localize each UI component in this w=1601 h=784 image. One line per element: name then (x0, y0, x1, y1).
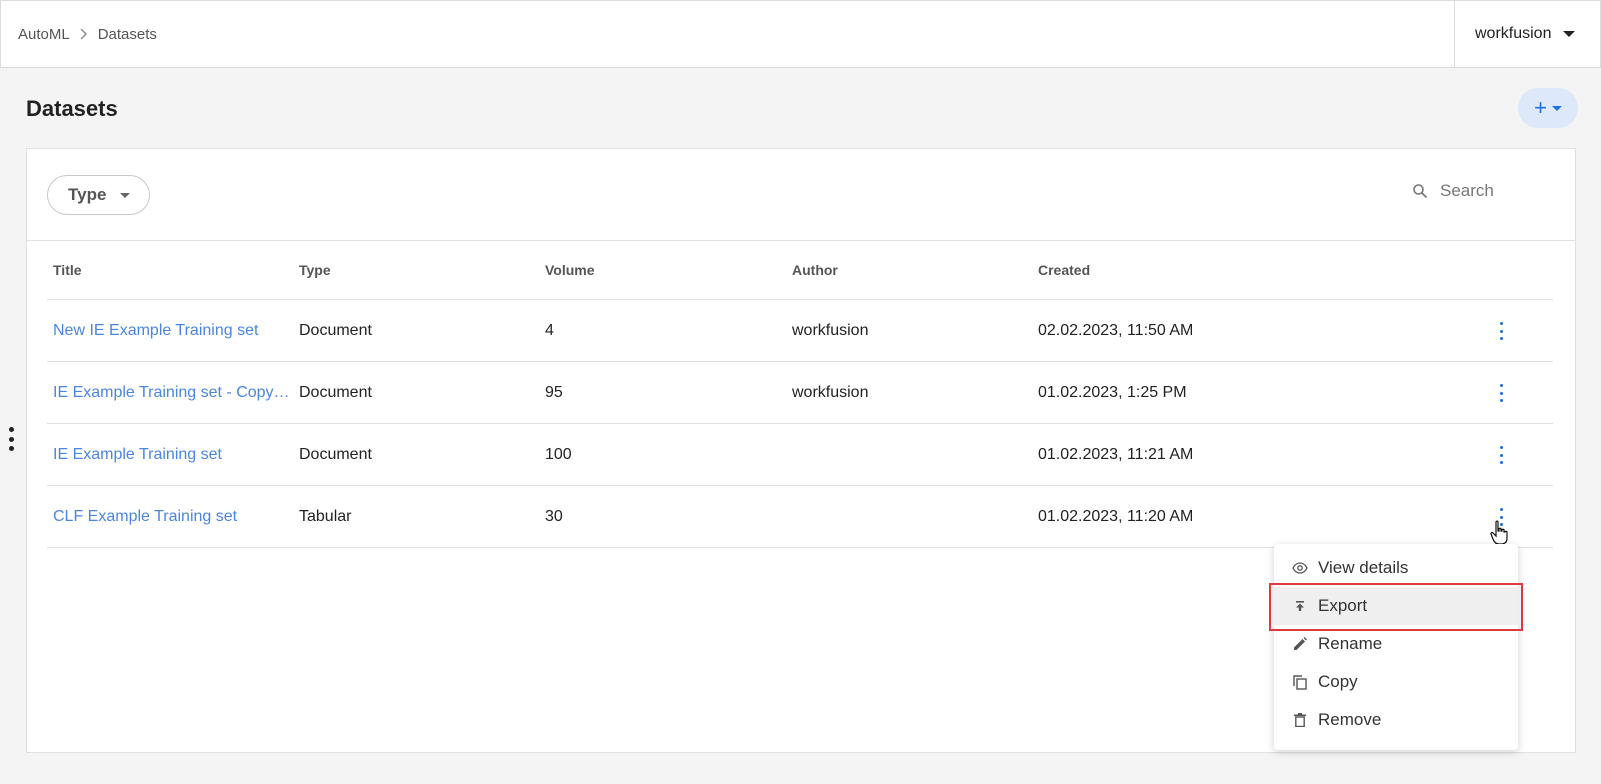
caret-down-icon (1551, 105, 1562, 111)
dataset-volume: 95 (545, 383, 563, 401)
page-title: Datasets (26, 96, 118, 121)
user-name: workfusion (1475, 25, 1552, 42)
type-filter[interactable]: Type (47, 175, 150, 215)
menu-item-label: Rename (1318, 634, 1383, 653)
table-row: New IE Example Training set Document 4 w… (47, 300, 1553, 362)
dataset-title-link[interactable]: New IE Example Training set (47, 322, 293, 340)
side-panel-handle[interactable] (8, 427, 14, 451)
dataset-volume: 100 (545, 445, 572, 463)
dataset-author: workfusion (792, 321, 869, 339)
menu-item-remove[interactable]: Remove (1274, 701, 1518, 739)
user-menu[interactable]: workfusion (1454, 1, 1600, 67)
menu-item-export[interactable]: Export (1274, 587, 1518, 625)
breadcrumb-root[interactable]: AutoML (18, 26, 70, 43)
dataset-author: workfusion (792, 383, 869, 401)
dataset-title-link[interactable]: IE Example Training set - Copy… (47, 384, 293, 402)
export-icon (1292, 598, 1308, 614)
plus-icon: + (1534, 95, 1547, 120)
table-row: CLF Example Training set Tabular 30 01.0… (47, 486, 1553, 548)
table-row: IE Example Training set - Copy… Document… (47, 362, 1553, 424)
column-header-created[interactable]: Created (1032, 262, 1332, 278)
breadcrumb: AutoML Datasets (18, 26, 157, 43)
caret-down-icon (1563, 31, 1576, 37)
dataset-type: Tabular (299, 507, 352, 525)
column-header-type[interactable]: Type (293, 262, 539, 278)
caret-down-icon (120, 192, 131, 198)
row-actions-icon[interactable] (1498, 384, 1504, 402)
menu-item-copy[interactable]: Copy (1274, 663, 1518, 701)
copy-icon (1292, 674, 1308, 690)
dataset-type: Document (299, 321, 372, 339)
menu-item-label: View details (1318, 558, 1409, 577)
dataset-volume: 4 (545, 321, 554, 339)
filter-bar: Type Search (27, 149, 1575, 241)
dataset-created: 02.02.2023, 11:50 AM (1038, 321, 1194, 339)
breadcrumb-current: Datasets (97, 26, 157, 43)
pencil-icon (1292, 636, 1308, 652)
dataset-volume: 30 (545, 507, 563, 525)
table-row: IE Example Training set Document 100 01.… (47, 424, 1553, 486)
menu-item-rename[interactable]: Rename (1274, 625, 1518, 663)
dataset-title-link[interactable]: CLF Example Training set (47, 508, 293, 526)
add-dataset-button[interactable]: + (1518, 88, 1578, 128)
menu-item-view-details[interactable]: View details (1274, 549, 1518, 587)
dataset-type: Document (299, 383, 372, 401)
type-filter-label: Type (68, 185, 107, 204)
eye-icon (1292, 560, 1308, 576)
dataset-type: Document (299, 445, 372, 463)
chevron-right-icon (80, 27, 88, 43)
trash-icon (1292, 712, 1308, 728)
top-bar: AutoML Datasets workfusion (0, 0, 1601, 68)
row-actions-icon[interactable] (1498, 446, 1504, 464)
search-icon (1413, 184, 1428, 199)
menu-item-label: Remove (1318, 710, 1382, 729)
column-header-title[interactable]: Title (47, 262, 293, 278)
menu-item-label: Export (1318, 596, 1368, 615)
column-header-author[interactable]: Author (786, 262, 1032, 278)
column-header-volume[interactable]: Volume (539, 262, 786, 278)
dataset-created: 01.02.2023, 11:21 AM (1038, 445, 1194, 463)
search-placeholder: Search (1440, 181, 1494, 200)
datasets-table: Title Type Volume Author Created New IE … (47, 241, 1553, 548)
table-header: Title Type Volume Author Created (47, 241, 1553, 300)
dataset-created: 01.02.2023, 11:20 AM (1038, 507, 1194, 525)
menu-item-label: Copy (1318, 672, 1358, 691)
row-context-menu: View details Export Rename Copy Remove (1274, 544, 1518, 750)
row-actions-icon[interactable] (1498, 322, 1504, 340)
dataset-created: 01.02.2023, 1:25 PM (1038, 383, 1187, 401)
search-input[interactable]: Search (1412, 181, 1494, 201)
dataset-title-link[interactable]: IE Example Training set (47, 446, 293, 464)
